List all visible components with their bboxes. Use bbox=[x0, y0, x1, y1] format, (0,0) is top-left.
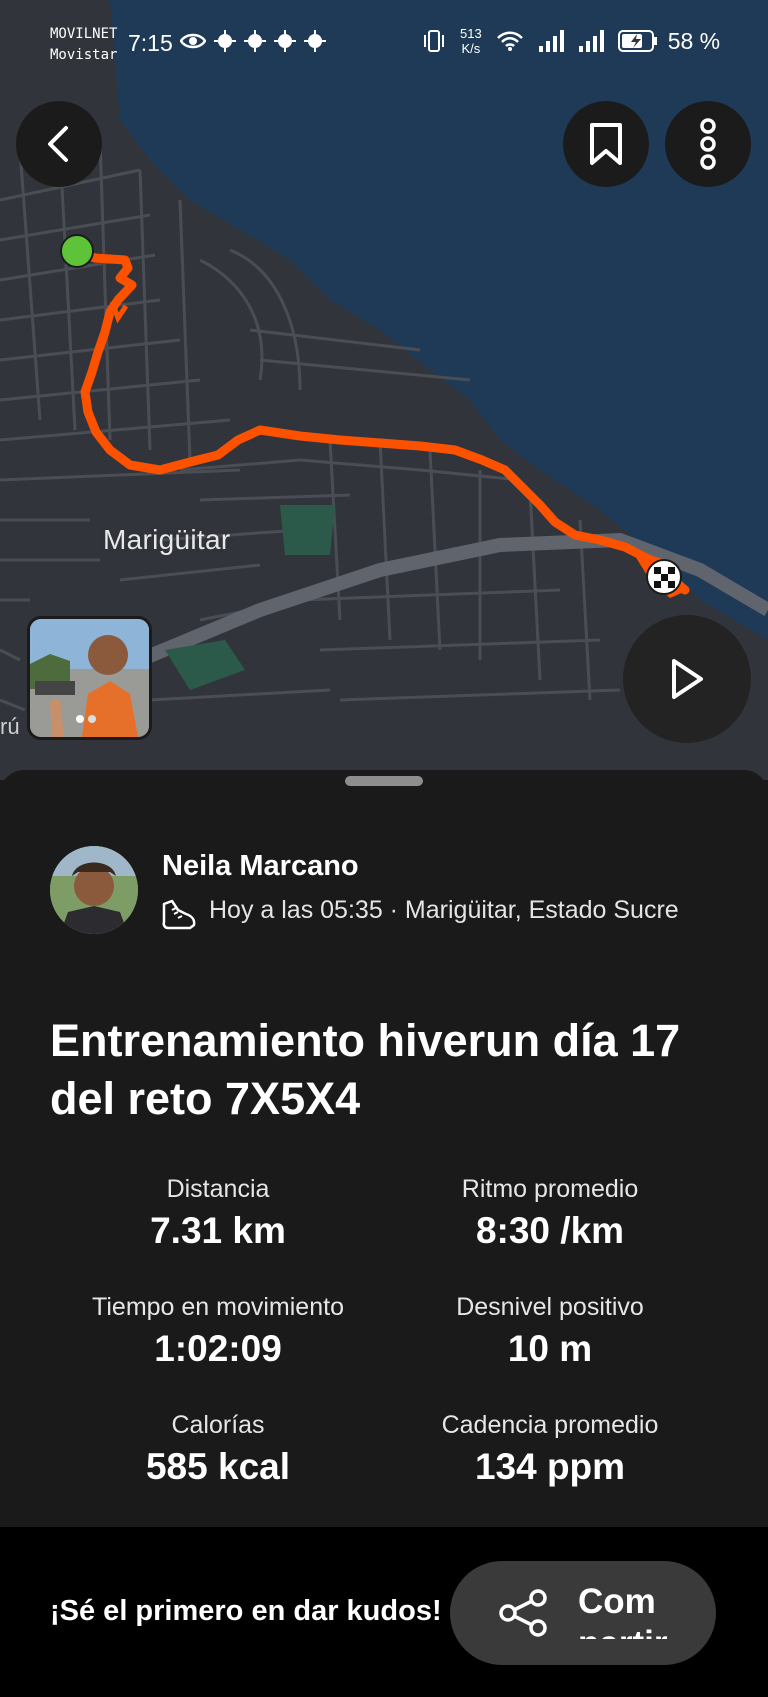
play-icon bbox=[672, 659, 703, 699]
vibrate-icon bbox=[424, 30, 444, 52]
stat-moving-time: Tiempo en movimiento 1:02:09 bbox=[26, 1292, 410, 1372]
stat-value: 10 m bbox=[507, 1328, 593, 1369]
stat-distance: Distancia 7.31 km bbox=[26, 1174, 410, 1254]
stat-label: Calorías bbox=[171, 1411, 265, 1439]
stat-value: 134 ppm bbox=[474, 1446, 626, 1487]
signal-icon bbox=[538, 30, 564, 52]
sheet-drag-handle[interactable] bbox=[345, 776, 423, 786]
stat-value: 585 kcal bbox=[145, 1446, 291, 1487]
stat-calories: Calorías 585 kcal bbox=[26, 1410, 410, 1490]
activity-meta: Hoy a las 05:35 · Marigüitar, Estado Suc… bbox=[209, 896, 679, 924]
net-speed: 513 K/s bbox=[460, 26, 482, 56]
share-icon bbox=[499, 1589, 547, 1637]
notification-icons bbox=[180, 30, 326, 52]
athlete-name[interactable]: Neila Marcano bbox=[162, 850, 359, 883]
more-options-button[interactable] bbox=[665, 101, 751, 187]
system-icons: 513 K/s 58 % bbox=[422, 26, 720, 56]
carrier-labels: MOVILNET Movistar bbox=[50, 24, 117, 66]
stat-value: 8:30 /km bbox=[475, 1210, 625, 1251]
activity-title: Entrenamiento hiverun día 17 del reto 7X… bbox=[50, 1015, 681, 1124]
bookmark-button[interactable] bbox=[563, 101, 649, 187]
map-edge-label: rú bbox=[0, 714, 20, 739]
stat-label: Cadencia promedio bbox=[441, 1411, 659, 1439]
share-label: Compartir bbox=[578, 1582, 667, 1639]
route-map[interactable]: Marigüitar rú MOVILNET Movistar 7:15 513… bbox=[0, 0, 768, 780]
running-shoe-icon bbox=[162, 899, 196, 930]
stat-label: Ritmo promedio bbox=[461, 1175, 639, 1203]
kudos-prompt[interactable]: ¡Sé el primero en dar kudos! bbox=[50, 1595, 442, 1628]
battery-percent: 58 % bbox=[667, 27, 721, 54]
stat-value: 7.31 km bbox=[150, 1210, 286, 1251]
wifi-icon bbox=[496, 31, 523, 51]
stat-avg-cadence: Cadencia promedio 134 ppm bbox=[358, 1410, 742, 1490]
battery-charging-icon bbox=[617, 30, 657, 52]
net-speed-unit: K/s bbox=[461, 41, 481, 56]
action-footer: ¡Sé el primero en dar kudos! Compartir bbox=[0, 1527, 768, 1697]
net-speed-value: 513 bbox=[460, 26, 482, 41]
weather-icon bbox=[214, 30, 236, 52]
carrier-1: MOVILNET bbox=[50, 26, 118, 42]
stat-elevation-gain: Desnivel positivo 10 m bbox=[358, 1292, 742, 1372]
stat-value: 1:02:09 bbox=[154, 1328, 282, 1369]
status-bar: MOVILNET Movistar 7:15 513 K/s 58 % bbox=[0, 0, 768, 86]
activity-details-sheet[interactable]: Neila Marcano Hoy a las 05:35 · Marigüit… bbox=[0, 770, 768, 1527]
back-button[interactable] bbox=[16, 101, 102, 187]
status-time: 7:15 bbox=[128, 30, 173, 56]
avatar[interactable] bbox=[50, 846, 138, 934]
share-button[interactable]: Compartir bbox=[450, 1561, 716, 1665]
stat-label: Distancia bbox=[166, 1175, 270, 1203]
activity-photo-thumbnail[interactable] bbox=[27, 616, 152, 740]
stat-label: Tiempo en movimiento bbox=[92, 1293, 344, 1321]
eye-icon bbox=[180, 33, 206, 49]
bookmark-icon bbox=[590, 123, 622, 165]
carrier-2: Movistar bbox=[50, 47, 118, 63]
stat-label: Desnivel positivo bbox=[456, 1293, 644, 1321]
weather-icon bbox=[244, 30, 266, 52]
weather-icon bbox=[304, 30, 326, 52]
back-icon bbox=[48, 126, 68, 162]
map-place-label: Marigüitar bbox=[103, 524, 231, 555]
play-flyover-button[interactable] bbox=[623, 615, 751, 743]
weather-icon bbox=[274, 30, 296, 52]
more-vertical-icon bbox=[700, 118, 716, 170]
stat-avg-pace: Ritmo promedio 8:30 /km bbox=[358, 1174, 742, 1254]
signal-icon bbox=[578, 30, 604, 52]
